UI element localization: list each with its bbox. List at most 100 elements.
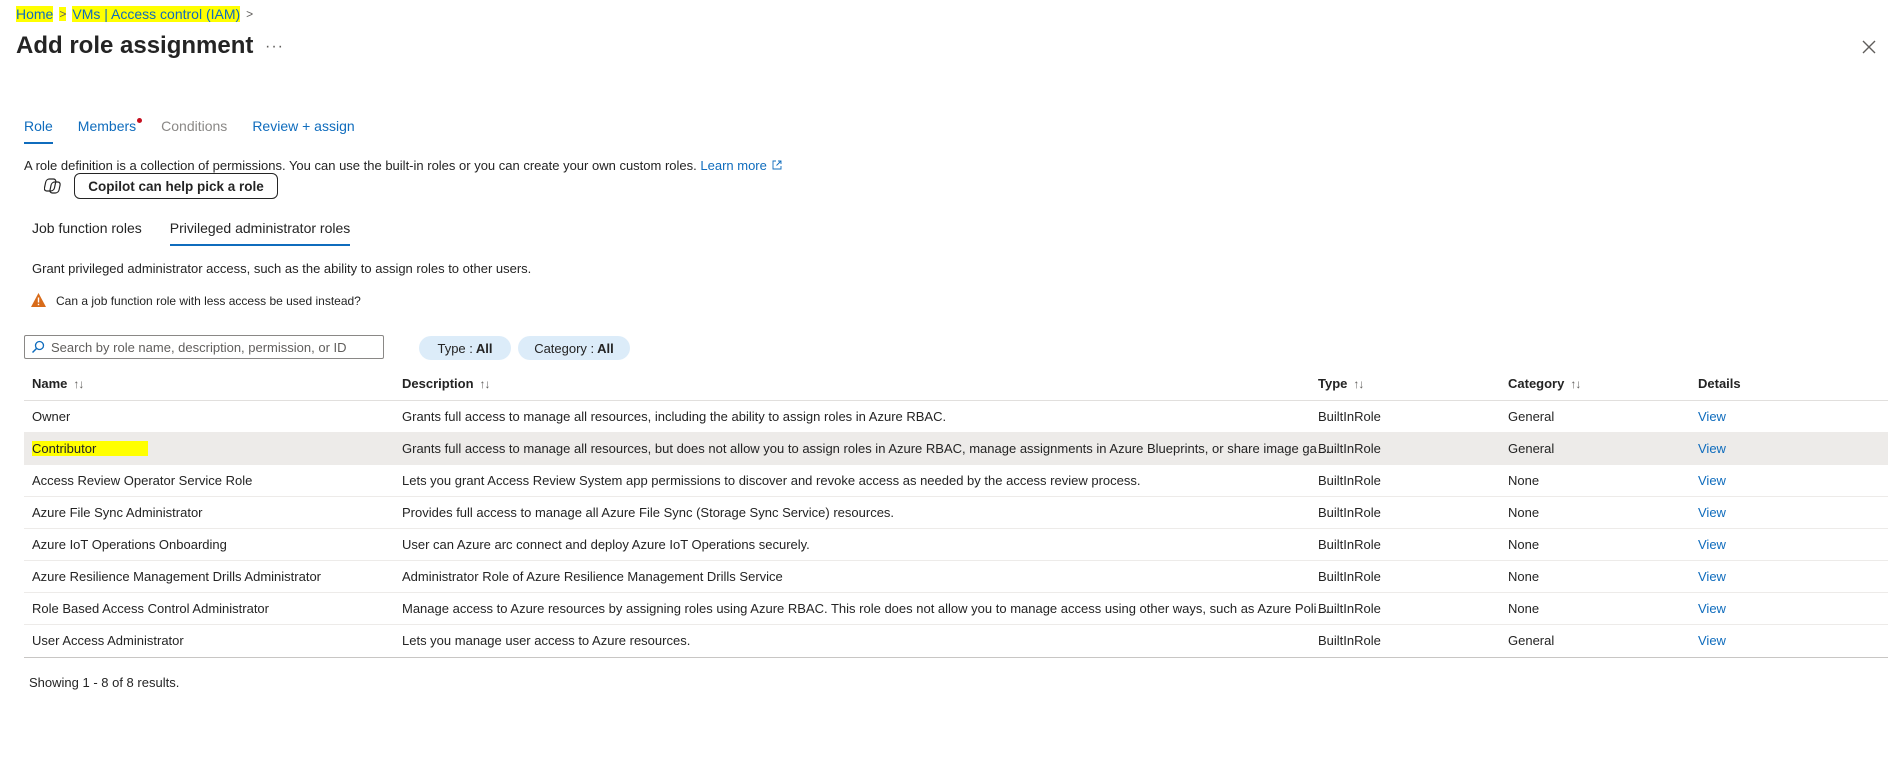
type-filter-label: Type : (437, 340, 473, 356)
role-type: BuiltInRole (1318, 537, 1381, 552)
tab-members[interactable]: Members (77, 118, 143, 144)
sort-icon: ↑↓ (479, 376, 491, 391)
view-details-link[interactable]: View (1698, 569, 1726, 584)
role-category: None (1508, 537, 1540, 552)
copilot-icon (43, 176, 64, 196)
column-type-label: Type (1318, 376, 1348, 391)
search-input[interactable]: Search by role name, description, permis… (24, 335, 384, 359)
role-name: Role Based Access Control Administrator (32, 601, 269, 616)
role-category: None (1508, 601, 1540, 616)
column-name-label: Name (32, 376, 68, 391)
role-category: General (1508, 409, 1555, 424)
type-filter-value: All (475, 340, 493, 356)
breadcrumb-home[interactable]: Home (16, 6, 54, 22)
search-placeholder: Search by role name, description, permis… (51, 339, 347, 355)
role-type: BuiltInRole (1318, 409, 1381, 424)
tab-conditions[interactable]: Conditions (161, 118, 227, 144)
role-description: Lets you manage user access to Azure res… (402, 633, 691, 648)
tab-review-assign[interactable]: Review + assign (252, 118, 354, 144)
column-details: Details (1698, 376, 1741, 391)
role-category: General (1508, 441, 1555, 456)
view-details-link[interactable]: View (1698, 505, 1726, 520)
results-count: Showing 1 - 8 of 8 results. (29, 675, 180, 690)
role-type: BuiltInRole (1318, 441, 1381, 456)
table-row[interactable]: Azure Resilience Management Drills Admin… (24, 561, 1888, 593)
view-details-link[interactable]: View (1698, 633, 1726, 648)
external-link-icon (773, 160, 782, 170)
role-name: Azure IoT Operations Onboarding (32, 537, 227, 552)
tab-role[interactable]: Role (24, 118, 53, 144)
role-category: None (1508, 505, 1540, 520)
sort-icon: ↑↓ (1353, 376, 1364, 391)
table-row[interactable]: Owner Grants full access to manage all r… (24, 401, 1888, 433)
role-description: Grants full access to manage all resourc… (402, 441, 1330, 456)
role-description: Provides full access to manage all Azure… (402, 505, 895, 520)
wizard-tabs: Role Members Conditions Review + assign (24, 118, 380, 144)
table-header: Name ↑↓ Description ↑↓ Type ↑↓ Category … (24, 372, 1888, 401)
column-details-label: Details (1698, 376, 1741, 391)
tab-members-label: Members (77, 118, 137, 134)
tab-job-function-roles[interactable]: Job function roles (32, 220, 142, 246)
column-category[interactable]: Category ↑↓ (1508, 376, 1581, 391)
view-details-link[interactable]: View (1698, 409, 1726, 424)
role-description: Manage access to Azure resources by assi… (402, 601, 1330, 616)
category-filter-value: All (597, 340, 614, 356)
role-type: BuiltInRole (1318, 601, 1381, 616)
view-details-link[interactable]: View (1698, 441, 1726, 456)
view-details-link[interactable]: View (1698, 601, 1726, 616)
table-bottom-divider (24, 657, 1888, 658)
role-category-tabs: Job function roles Privileged administra… (32, 220, 378, 246)
page-title: Add role assignment (16, 32, 254, 59)
column-type[interactable]: Type ↑↓ (1318, 376, 1364, 391)
role-type: BuiltInRole (1318, 633, 1381, 648)
role-name: Contributor (32, 441, 149, 456)
role-type: BuiltInRole (1318, 473, 1381, 488)
breadcrumb-iam[interactable]: VMs | Access control (IAM) (72, 6, 241, 22)
role-name: User Access Administrator (32, 633, 184, 648)
search-icon (31, 340, 45, 354)
grant-description: Grant privileged administrator access, s… (32, 261, 532, 276)
role-name: Owner (32, 409, 71, 424)
table-row[interactable]: User Access Administrator Lets you manag… (24, 625, 1888, 656)
warning-text: Can a job function role with less access… (56, 294, 361, 308)
close-icon (1862, 40, 1876, 54)
table-row[interactable]: Role Based Access Control Administrator … (24, 593, 1888, 625)
view-details-link[interactable]: View (1698, 537, 1726, 552)
table-row[interactable]: Contributor Grants full access to manage… (24, 433, 1888, 465)
table-row[interactable]: Azure File Sync Administrator Provides f… (24, 497, 1888, 529)
required-dot-icon (137, 118, 143, 123)
breadcrumb-separator: > (246, 7, 254, 21)
role-name: Access Review Operator Service Role (32, 473, 253, 488)
learn-more-label: Learn more (700, 158, 767, 173)
warning-icon (30, 292, 47, 308)
sort-icon: ↑↓ (1570, 376, 1581, 391)
copilot-help-button[interactable]: Copilot can help pick a role (74, 173, 278, 199)
column-category-label: Category (1508, 376, 1565, 391)
description-text: A role definition is a collection of per… (24, 158, 697, 173)
breadcrumb: Home > VMs | Access control (IAM) > (16, 6, 253, 22)
column-description[interactable]: Description ↑↓ (402, 376, 491, 391)
role-description: Grants full access to manage all resourc… (402, 409, 947, 424)
role-name-text: Contributor (32, 441, 149, 456)
role-category: General (1508, 633, 1555, 648)
role-description: User can Azure arc connect and deploy Az… (402, 537, 810, 552)
tab-privileged-administrator-roles[interactable]: Privileged administrator roles (169, 220, 351, 246)
breadcrumb-separator: > (59, 7, 67, 21)
more-options-button[interactable]: ··· (265, 38, 284, 56)
role-type: BuiltInRole (1318, 505, 1381, 520)
view-details-link[interactable]: View (1698, 473, 1726, 488)
role-name: Azure Resilience Management Drills Admin… (32, 569, 322, 584)
learn-more-link[interactable]: Learn more (700, 158, 782, 173)
category-filter[interactable]: Category : All (518, 336, 630, 360)
table-row[interactable]: Access Review Operator Service Role Lets… (24, 465, 1888, 497)
sort-icon: ↑↓ (73, 376, 84, 391)
role-type: BuiltInRole (1318, 569, 1381, 584)
type-filter[interactable]: Type : All (419, 336, 511, 360)
role-category: None (1508, 473, 1540, 488)
column-name[interactable]: Name ↑↓ (32, 376, 84, 391)
table-row[interactable]: Azure IoT Operations Onboarding User can… (24, 529, 1888, 561)
close-button[interactable] (1860, 38, 1880, 58)
role-definition-description: A role definition is a collection of per… (24, 158, 782, 173)
role-description: Administrator Role of Azure Resilience M… (402, 569, 783, 584)
role-description: Lets you grant Access Review System app … (402, 473, 1141, 488)
